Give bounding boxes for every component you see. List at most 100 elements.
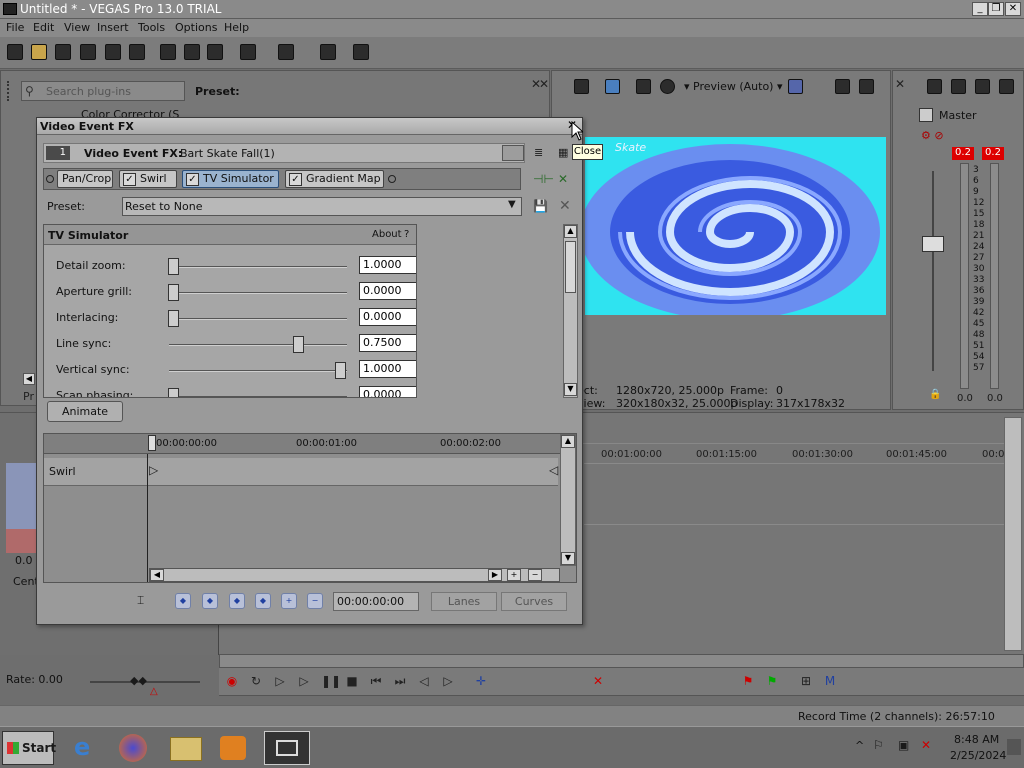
- timeline-vertical-scrollbar[interactable]: [1004, 417, 1022, 651]
- overlays-icon[interactable]: [660, 79, 675, 94]
- chain-tab-swirl[interactable]: ✓ Swirl: [119, 170, 177, 188]
- delete-icon[interactable]: ✕: [591, 674, 605, 688]
- curves-button[interactable]: Curves: [501, 592, 567, 611]
- param-value-field[interactable]: 1.0000: [359, 256, 416, 274]
- param-slider-thumb[interactable]: [168, 258, 179, 275]
- first-keyframe-icon[interactable]: ◆: [175, 593, 191, 609]
- menu-edit[interactable]: Edit: [33, 21, 54, 34]
- remove-plugin-icon[interactable]: ✕: [558, 172, 568, 186]
- param-slider[interactable]: [168, 388, 347, 397]
- network-icon[interactable]: ▣: [898, 738, 909, 752]
- whats-this-help-icon[interactable]: [353, 44, 369, 60]
- about-link[interactable]: About: [372, 229, 402, 240]
- new-project-icon[interactable]: [7, 44, 23, 60]
- audio-track-header[interactable]: [6, 529, 36, 553]
- scroll-left-icon[interactable]: ◀: [23, 373, 35, 385]
- animate-button[interactable]: Animate: [47, 401, 123, 422]
- transport-go-start-icon[interactable]: ⏮: [369, 674, 383, 688]
- add-plugin-icon[interactable]: ⊣⊢: [533, 172, 554, 186]
- show-desktop-button[interactable]: [1007, 739, 1021, 755]
- transport-play-from-start-icon[interactable]: ▷: [273, 674, 287, 688]
- render-brush-icon[interactable]: [320, 44, 336, 60]
- transport-next-frame-icon[interactable]: ▷: [441, 674, 455, 688]
- transport-stop-icon[interactable]: ■: [345, 674, 359, 688]
- master-fader-handle[interactable]: [922, 236, 944, 252]
- video-track-lane[interactable]: [584, 463, 1004, 525]
- add-keyframe-icon[interactable]: +: [281, 593, 297, 609]
- rate-slider-handle-icon[interactable]: ◆◆: [130, 674, 147, 687]
- param-slider[interactable]: [169, 336, 347, 353]
- restore-button[interactable]: ❐: [988, 2, 1004, 16]
- keyframe-zoom-in-icon[interactable]: +: [507, 569, 521, 581]
- gradient-map-enable-checkbox[interactable]: ✓: [289, 173, 302, 186]
- keyframe-end-icon[interactable]: ◁: [549, 463, 558, 477]
- mixer-options-icon[interactable]: [999, 79, 1014, 94]
- snapping-icon[interactable]: ⊞: [799, 674, 813, 688]
- split-screen-icon[interactable]: [636, 79, 651, 94]
- prev-keyframe-icon[interactable]: ◆: [202, 593, 218, 609]
- keyframe-vscroll[interactable]: ▲ ▼: [560, 434, 576, 566]
- mixer-close-icon[interactable]: ✕: [895, 77, 905, 91]
- swirl-enable-checkbox[interactable]: ✓: [123, 173, 136, 186]
- transport-go-end-icon[interactable]: ⏭: [393, 674, 407, 688]
- preview-properties-icon[interactable]: [574, 79, 589, 94]
- menu-insert[interactable]: Insert: [97, 21, 129, 34]
- grid-icon[interactable]: [788, 79, 803, 94]
- keyframe-scroll-down-icon[interactable]: ▼: [561, 552, 575, 565]
- tv-simulator-enable-checkbox[interactable]: ✓: [186, 173, 199, 186]
- insert-region-icon[interactable]: ⚑: [765, 674, 779, 688]
- insert-marker-icon[interactable]: ⚑: [741, 674, 755, 688]
- help-link[interactable]: ?: [404, 229, 409, 240]
- dialog-grid-icon[interactable]: ▦: [558, 146, 568, 159]
- param-slider-thumb[interactable]: [168, 388, 179, 397]
- params-scrollbar[interactable]: ▲ ▼: [563, 224, 578, 398]
- keyframe-scroll-right-icon[interactable]: ▶: [488, 569, 502, 581]
- auto-ripple-icon[interactable]: M: [823, 674, 837, 688]
- param-value-field[interactable]: 0.7500: [359, 334, 416, 352]
- param-slider[interactable]: [168, 258, 347, 275]
- delete-preset-icon[interactable]: ✕: [559, 198, 571, 214]
- timeline-horizontal-scrollbar[interactable]: [219, 654, 1024, 668]
- vegas-taskbar-button[interactable]: [264, 731, 310, 765]
- preview-panel-close-icon[interactable]: ✕: [539, 77, 549, 91]
- keyframe-zoom-out-icon[interactable]: −: [528, 569, 542, 581]
- start-button[interactable]: Start: [2, 731, 56, 765]
- keyframe-track-swirl[interactable]: Swirl ▷ ◁: [44, 458, 558, 486]
- paste-icon[interactable]: [207, 44, 223, 60]
- chain-tab-pan-crop[interactable]: Pan/Crop: [57, 170, 113, 188]
- keyframe-scroll-left-icon[interactable]: ◀: [150, 569, 164, 581]
- save-snapshot-icon[interactable]: [859, 79, 874, 94]
- open-folder-icon[interactable]: [31, 44, 47, 60]
- param-slider[interactable]: [168, 284, 347, 301]
- master-fx-icon[interactable]: ⚙ ⊘: [921, 129, 944, 142]
- normal-edit-tool-icon[interactable]: ✛: [474, 674, 488, 688]
- cursor-handle[interactable]: [148, 435, 156, 451]
- chain-tab-gradient-map[interactable]: ✓ Gradient Map: [285, 170, 384, 188]
- firefox-icon[interactable]: [116, 731, 152, 765]
- clock-time[interactable]: 8:48 AM: [954, 733, 999, 746]
- menu-options[interactable]: Options: [175, 21, 217, 34]
- transport-loop-icon[interactable]: ↻: [249, 674, 263, 688]
- volume-muted-icon[interactable]: ✕: [921, 738, 931, 752]
- params-scroll-thumb[interactable]: [565, 241, 576, 293]
- chain-tab-tv-simulator[interactable]: ✓ TV Simulator: [182, 170, 279, 188]
- transport-record-icon[interactable]: ◉: [225, 674, 239, 688]
- clock-date[interactable]: 2/25/2024: [950, 749, 1006, 762]
- scroll-up-icon[interactable]: ▲: [564, 225, 577, 238]
- copy-icon[interactable]: [184, 44, 200, 60]
- save-preset-icon[interactable]: 💾: [533, 199, 548, 213]
- chain-view-icon[interactable]: [502, 145, 524, 161]
- keyframe-scroll-up-icon[interactable]: ▲: [561, 435, 575, 448]
- save-as-icon[interactable]: [80, 44, 96, 60]
- mixer-dim-icon[interactable]: [975, 79, 990, 94]
- dialog-title-bar[interactable]: Video Event FX ✕: [37, 118, 582, 135]
- render-icon[interactable]: [105, 44, 121, 60]
- search-plugins-input[interactable]: ⚲ Search plug-ins: [21, 81, 185, 101]
- external-monitor-icon[interactable]: [605, 79, 620, 94]
- undo-icon[interactable]: [240, 44, 256, 60]
- show-hidden-icons[interactable]: ^: [855, 739, 864, 752]
- lanes-button[interactable]: Lanes: [431, 592, 497, 611]
- redo-icon[interactable]: [278, 44, 294, 60]
- menu-file[interactable]: File: [6, 21, 24, 34]
- file-explorer-icon[interactable]: [168, 731, 204, 765]
